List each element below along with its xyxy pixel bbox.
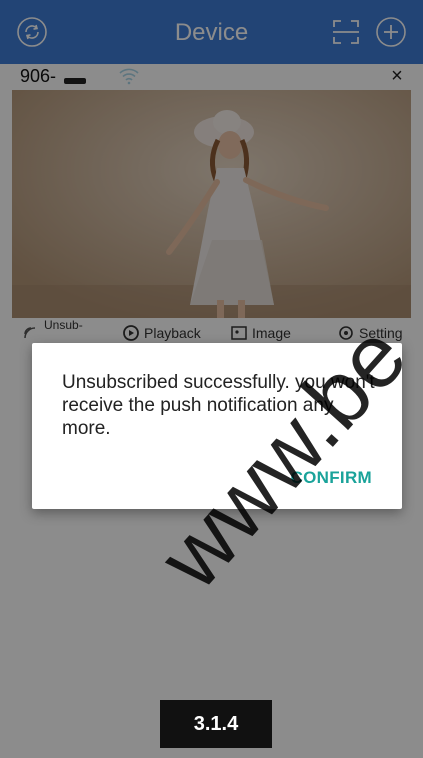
confirm-button[interactable]: CONFIRM	[291, 468, 372, 488]
app-screen: Device 906- × Unsub- Playback Image Sett…	[0, 0, 423, 758]
version-label: 3.1.4	[160, 700, 272, 748]
dialog-message: Unsubscribed successfully. you won't rec…	[62, 372, 375, 439]
unsubscribe-success-dialog: Unsubscribed successfully. you won't rec…	[32, 343, 402, 509]
